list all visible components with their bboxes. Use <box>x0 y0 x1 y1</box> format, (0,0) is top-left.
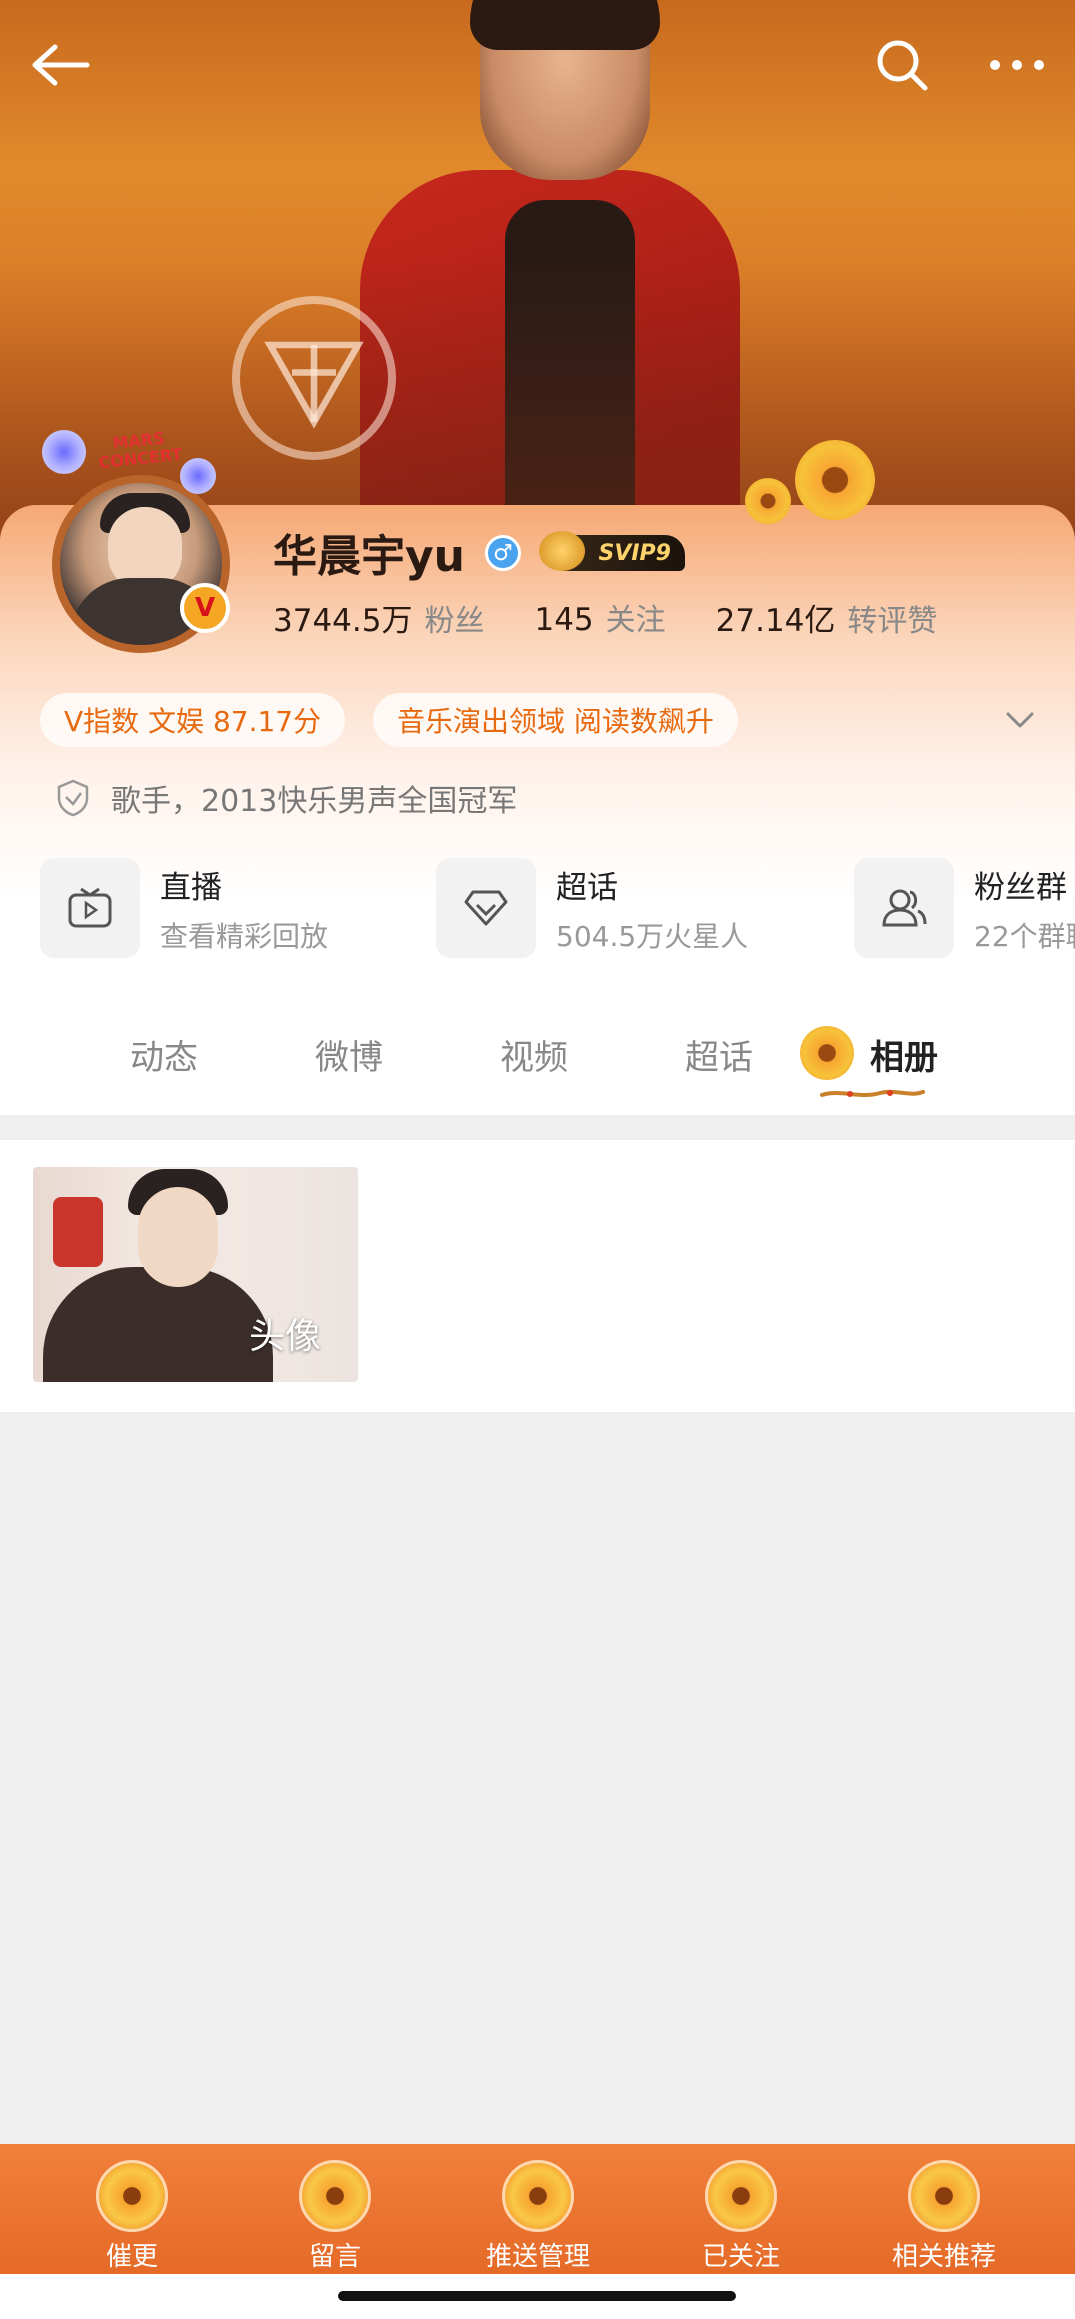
stat-label: 转评赞 <box>847 604 938 639</box>
stat-label: 关注 <box>605 603 666 638</box>
stat-number: 3744.5万 <box>273 603 413 639</box>
bottom-btn-push-settings[interactable]: 推送管理 <box>448 2160 628 2273</box>
service-subtitle: 504.5万火星人 <box>556 919 749 953</box>
search-button[interactable] <box>867 30 937 100</box>
flower-tab-icon <box>800 1026 854 1080</box>
service-icon-box <box>40 858 140 958</box>
album-face <box>138 1187 218 1287</box>
tv-play-icon <box>68 887 112 928</box>
svip-badge[interactable]: SVIP9 <box>539 531 685 571</box>
bottom-btn-label: 推送管理 <box>485 2242 590 2272</box>
blue-flower-decoration-icon <box>42 430 86 474</box>
stat-number: 145 <box>534 602 594 638</box>
stat-following[interactable]: 145 关注 <box>534 595 665 640</box>
bottom-btn-label: 留言 <box>308 2242 361 2272</box>
triangle-logo-icon <box>264 341 364 429</box>
service-icon-box <box>436 858 536 958</box>
service-title: 粉丝群 <box>974 869 1067 906</box>
banner-logo-icon <box>232 296 396 460</box>
flower-icon <box>299 2160 371 2232</box>
bottom-btn-label: 相关推荐 <box>891 2242 996 2272</box>
service-subtitle: 查看精彩回放 <box>160 919 329 953</box>
tab-dynamics[interactable]: 动态 <box>130 1030 198 1079</box>
flower-decoration-icon <box>745 478 791 524</box>
profile-bio: 歌手，2013快乐男声全国冠军 <box>55 776 517 820</box>
bottom-btn-message[interactable]: 留言 <box>245 2160 425 2273</box>
flower-icon <box>705 2160 777 2232</box>
reading-trend-pill[interactable]: 音乐演出领域 阅读数飙升 <box>373 693 738 747</box>
tab-video[interactable]: 视频 <box>500 1030 568 1079</box>
tab-weibo[interactable]: 微博 <box>315 1030 383 1079</box>
bottom-btn-urge-update[interactable]: 催更 <box>42 2160 222 2273</box>
back-button[interactable] <box>26 30 96 100</box>
more-dots-icon <box>990 60 1044 70</box>
diamond-icon <box>464 890 508 926</box>
avatar[interactable]: V <box>40 475 235 653</box>
album-item[interactable]: 头像 <box>33 1167 358 1382</box>
bottom-btn-following[interactable]: 已关注 <box>651 2160 831 2273</box>
stat-followers[interactable]: 3744.5万 粉丝 <box>273 595 484 640</box>
home-indicator[interactable] <box>338 2291 736 2301</box>
album-coat <box>43 1267 273 1382</box>
service-subtitle: 22个群聊 <box>974 919 1075 953</box>
service-supertopic[interactable]: 超话 504.5万火星人 <box>436 858 748 958</box>
stat-likes[interactable]: 27.14亿 转评赞 <box>716 595 938 640</box>
tab-underline-decoration <box>820 1089 925 1097</box>
arrow-left-icon <box>32 44 90 86</box>
bio-text: 歌手，2013快乐男声全国冠军 <box>111 784 518 819</box>
verified-badge-text: V <box>194 593 216 623</box>
svip-label: SVIP9 <box>598 540 672 566</box>
profile-stats: 3744.5万 粉丝 145 关注 27.14亿 转评赞 <box>273 595 987 640</box>
flower-icon <box>908 2160 980 2232</box>
service-title: 直播 <box>160 869 222 906</box>
stat-label: 粉丝 <box>424 604 485 639</box>
male-icon: ♂ <box>485 535 521 571</box>
flower-icon <box>502 2160 574 2232</box>
service-live[interactable]: 直播 查看精彩回放 <box>40 858 328 958</box>
album-bg-detail <box>53 1197 103 1267</box>
profile-name: 华晨宇yu <box>273 531 466 582</box>
flower-decoration-icon <box>795 440 875 520</box>
group-users-icon <box>882 889 927 927</box>
banner-figure-hair <box>470 0 660 50</box>
bottom-btn-label: 已关注 <box>701 2242 780 2272</box>
service-icon-box <box>854 858 954 958</box>
bottom-btn-related[interactable]: 相关推荐 <box>854 2160 1034 2273</box>
album-label: 头像 <box>249 1316 322 1357</box>
stat-number: 27.14亿 <box>715 603 836 639</box>
shield-icon <box>57 779 89 817</box>
search-icon <box>877 40 928 91</box>
v-index-pill[interactable]: V指数 文娱 87.17分 <box>40 693 346 747</box>
tab-supertopic[interactable]: 超话 <box>685 1030 753 1079</box>
service-title: 超话 <box>556 869 618 906</box>
crown-icon <box>539 531 585 571</box>
bottom-btn-label: 催更 <box>105 2242 158 2272</box>
verified-badge-icon: V <box>180 583 230 633</box>
more-button[interactable] <box>982 30 1052 100</box>
chevron-down-icon <box>1006 712 1034 728</box>
tab-album[interactable]: 相册 <box>870 1030 938 1079</box>
flower-icon <box>96 2160 168 2232</box>
service-fan-group[interactable]: 粉丝群 22个群聊 <box>854 858 1075 958</box>
expand-button[interactable] <box>1000 700 1040 740</box>
